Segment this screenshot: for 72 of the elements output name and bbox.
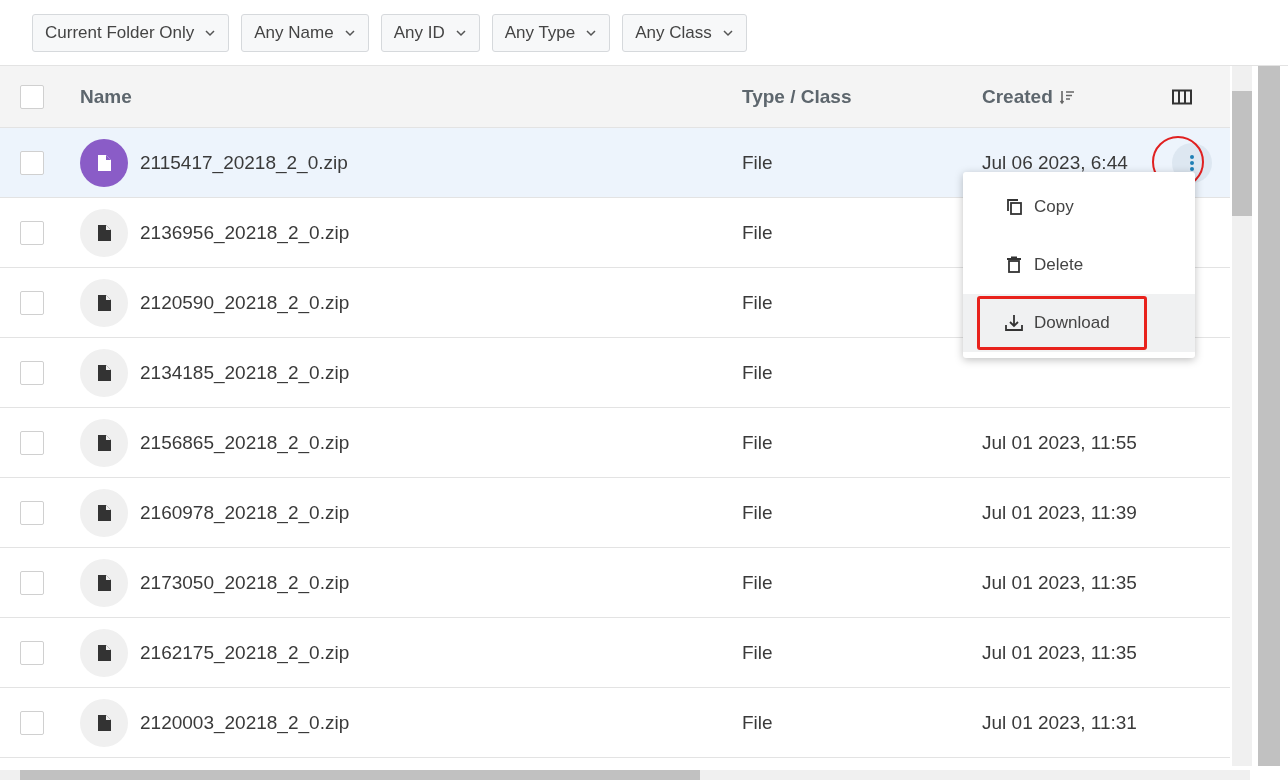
download-icon (1004, 313, 1024, 333)
table-row[interactable]: 2162175_20218_2_0.zip File Jul 01 2023, 11:35 (0, 618, 1230, 688)
file-name[interactable]: 2115417_20218_2_0.zip (140, 151, 348, 174)
file-name[interactable]: 2120590_20218_2_0.zip (140, 291, 350, 314)
chevron-down-icon (721, 28, 734, 37)
file-name[interactable]: 2173050_20218_2_0.zip (140, 571, 350, 594)
table-row[interactable]: 2160978_20218_2_0.zip File Jul 01 2023, 11:39 (0, 478, 1230, 548)
file-icon (80, 348, 128, 397)
created-date: Jul 01 2023, 11:55 (982, 431, 1137, 453)
table-row[interactable]: 2173050_20218_2_0.zip File Jul 01 2023, 11:35 (0, 548, 1230, 618)
type-cell: File (742, 641, 773, 663)
select-all-checkbox[interactable] (20, 84, 44, 109)
column-header[interactable]: Name (80, 85, 132, 108)
type-cell: File (742, 151, 773, 173)
chevron-down-icon (343, 28, 356, 37)
type-cell: File (742, 361, 773, 383)
filter-dropdown[interactable]: Current Folder Only (32, 13, 230, 52)
chevron-down-icon (454, 28, 467, 37)
row-checkbox[interactable] (20, 430, 44, 455)
more-icon (1190, 154, 1194, 171)
columns-icon[interactable] (1172, 88, 1192, 105)
filter-dropdown[interactable]: Any Name (241, 13, 369, 52)
menu-item[interactable]: Download (963, 294, 1195, 352)
scrollbar[interactable] (1258, 66, 1280, 766)
table-row[interactable]: 2120003_20218_2_0.zip File Jul 01 2023, 11:31 (0, 688, 1230, 758)
row-checkbox[interactable] (20, 710, 44, 735)
file-icon (80, 628, 128, 677)
table-row[interactable]: 2115417_20218_2_0.zip File Jul 06 2023, 6:44 (0, 128, 1230, 198)
file-icon (80, 208, 128, 257)
file-icon (80, 698, 128, 747)
row-checkbox[interactable] (20, 360, 44, 385)
scrollbar[interactable] (0, 770, 1250, 780)
scrollbar[interactable] (1232, 66, 1252, 766)
row-checkbox[interactable] (20, 150, 44, 175)
sort-icon[interactable] (1058, 88, 1075, 105)
chevron-down-icon (585, 28, 598, 37)
column-header[interactable]: Created (982, 85, 1053, 108)
created-date: Jul 01 2023, 11:31 (982, 711, 1137, 733)
file-name[interactable]: 2134185_20218_2_0.zip (140, 361, 350, 384)
file-name[interactable]: 2160978_20218_2_0.zip (140, 501, 350, 524)
filter-dropdown[interactable]: Any ID (380, 13, 480, 52)
type-cell: File (742, 501, 773, 523)
chevron-down-icon (204, 28, 217, 37)
file-icon (80, 418, 128, 467)
file-name[interactable]: 2156865_20218_2_0.zip (140, 431, 350, 454)
row-checkbox[interactable] (20, 500, 44, 525)
file-name[interactable]: 2162175_20218_2_0.zip (140, 641, 350, 664)
type-cell: File (742, 221, 773, 243)
row-checkbox[interactable] (20, 570, 44, 595)
copy-icon (1004, 197, 1024, 217)
created-date: Jul 01 2023, 11:35 (982, 571, 1137, 593)
filter-dropdown[interactable]: Any Type (491, 13, 611, 52)
created-date: Jul 06 2023, 6:44 (982, 151, 1128, 173)
file-icon (80, 488, 128, 537)
type-cell: File (742, 431, 773, 453)
row-checkbox[interactable] (20, 290, 44, 315)
file-icon (80, 138, 128, 187)
created-date: Jul 01 2023, 11:39 (982, 501, 1137, 523)
row-checkbox[interactable] (20, 640, 44, 665)
file-name[interactable]: 2136956_20218_2_0.zip (140, 221, 350, 244)
column-header[interactable]: Type / Class (742, 85, 852, 108)
type-cell: File (742, 711, 773, 733)
file-icon (80, 558, 128, 607)
table-row[interactable]: 2156865_20218_2_0.zip File Jul 01 2023, 11:55 (0, 408, 1230, 478)
type-cell: File (742, 291, 773, 313)
row-checkbox[interactable] (20, 220, 44, 245)
created-date: Jul 01 2023, 11:35 (982, 641, 1137, 663)
file-name[interactable]: 2120003_20218_2_0.zip (140, 711, 350, 734)
delete-icon (1004, 255, 1024, 275)
file-icon (80, 278, 128, 327)
filter-dropdown[interactable]: Any Class (622, 13, 747, 52)
type-cell: File (742, 571, 773, 593)
